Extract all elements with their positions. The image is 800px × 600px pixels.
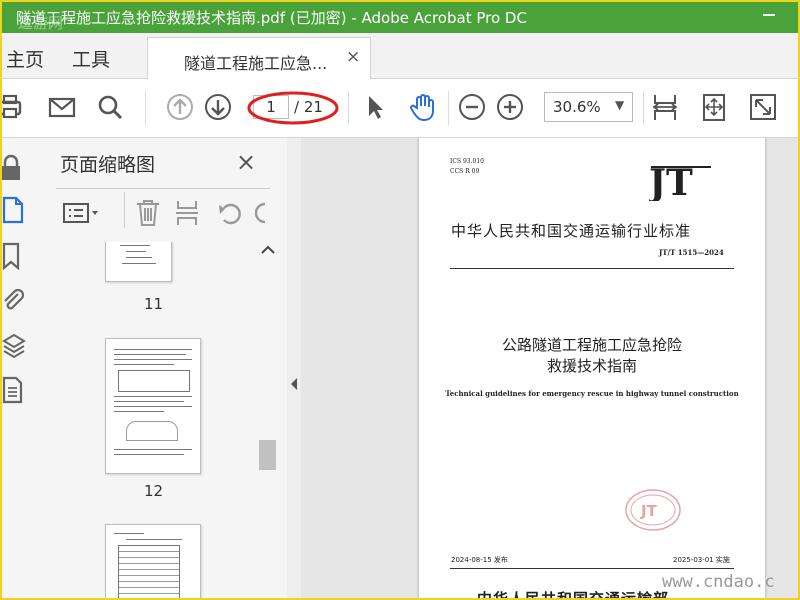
thumbnail-table — [118, 370, 190, 392]
highlight-ellipse — [247, 91, 339, 125]
fullscreen-icon[interactable] — [748, 92, 778, 122]
thumbnails-panel: 页面缩略图 × 11 12 — [40, 138, 288, 598]
panel-divider — [56, 188, 270, 189]
fit-page-icon[interactable] — [650, 92, 680, 122]
thumbnail-line — [114, 406, 192, 407]
left-rail — [2, 138, 41, 598]
toolbar-separator — [145, 91, 146, 125]
attachment-icon[interactable] — [2, 286, 28, 314]
tab-document-label: 隧道工程施工应急... — [184, 54, 328, 73]
zoom-value: 30.6% — [553, 98, 601, 116]
thumbnail-line — [120, 245, 150, 246]
implementation-date: 2025-03-01 实施 — [673, 556, 730, 564]
toolbar-separator — [348, 91, 349, 125]
collapse-left-icon — [291, 378, 297, 390]
thumbnail-line — [114, 359, 192, 360]
page-thumbnail[interactable] — [105, 524, 201, 598]
zoom-select[interactable]: 30.6% ▼ — [544, 92, 633, 122]
toolbar-separator — [643, 91, 644, 125]
thumbnail-line — [114, 454, 184, 455]
minimize-icon[interactable] — [761, 8, 777, 22]
print-icon[interactable] — [2, 92, 28, 122]
thumbnail-scrollbar[interactable] — [258, 242, 278, 598]
jt-logo: JT — [649, 163, 711, 201]
prev-page-icon[interactable] — [165, 92, 195, 122]
close-tab-icon[interactable]: × — [346, 47, 360, 67]
pdf-page: ICS 93.010 CCS R 09 JT 中华人民共和国交通运输行业标准 J… — [419, 138, 765, 600]
bookmark-icon[interactable] — [2, 242, 28, 271]
issuer: 中华人民共和国交通运输部 — [477, 590, 670, 600]
fit-width-icon[interactable] — [699, 92, 729, 122]
email-icon[interactable] — [47, 92, 77, 122]
layers-icon[interactable] — [2, 332, 28, 360]
ccs-code: CCS R 09 — [450, 168, 480, 175]
thumbnail-number: 11 — [144, 295, 164, 313]
thumbnail-line — [126, 251, 146, 252]
document-title-line1: 公路隧道工程施工应急抢险 — [501, 336, 682, 354]
title-bar: 隧道工程施工应急抢险救援技术指南.pdf (已加密) - Adobe Acrob… — [2, 2, 798, 33]
page-thumbnails-icon[interactable] — [2, 196, 28, 224]
thumbnail-line — [114, 349, 192, 350]
document-title-line2: 救援技术指南 — [546, 357, 637, 375]
footer-rule — [450, 568, 734, 569]
issue-date: 2024-08-15 发布 — [451, 556, 508, 564]
thumbnail-number: 12 — [144, 482, 164, 500]
close-panel-icon[interactable]: × — [236, 148, 256, 176]
standard-code: JT/T 1515—2024 — [659, 248, 724, 257]
panel-collapse-handle[interactable] — [287, 138, 301, 598]
stamp-text: JT — [640, 502, 658, 520]
options-menu-icon[interactable] — [62, 198, 102, 228]
thumbnail-table — [118, 545, 180, 598]
thumbnail-figure — [126, 421, 178, 441]
thumbnail-line — [114, 401, 184, 402]
rotate-right-icon[interactable] — [254, 198, 267, 228]
delete-icon[interactable] — [134, 198, 162, 228]
thumbnail-line — [126, 539, 182, 540]
tab-document[interactable]: 隧道工程施工应急... × — [147, 37, 371, 79]
panel-separator — [124, 192, 125, 228]
next-page-icon[interactable] — [203, 92, 233, 122]
logo-text: JT — [649, 163, 693, 201]
page-thumbnail[interactable] — [105, 338, 201, 474]
chevron-down-icon: ▼ — [615, 98, 625, 112]
document-view[interactable]: ICS 93.010 CCS R 09 JT 中华人民共和国交通运输行业标准 J… — [301, 138, 798, 600]
thumbnail-line — [114, 411, 164, 412]
thumbnail-line — [114, 396, 192, 397]
hand-icon[interactable] — [408, 92, 438, 122]
watermark-top: 逗游网 — [18, 14, 64, 32]
search-icon[interactable] — [95, 92, 125, 122]
thumbnail-line — [126, 257, 152, 258]
thumbnail-line — [122, 263, 156, 264]
tab-bar: 主页 工具 隧道工程施工应急... × — [2, 33, 798, 79]
toolbar-separator — [448, 91, 449, 125]
thumbnail-line — [114, 354, 186, 355]
thumbnail-line — [114, 364, 174, 365]
window-title: 隧道工程施工应急抢险救援技术指南.pdf (已加密) - Adobe Acrob… — [16, 9, 527, 27]
page-thumbnail[interactable] — [105, 242, 172, 282]
scroll-up-icon[interactable] — [258, 242, 278, 258]
tab-home[interactable]: 主页 — [6, 45, 44, 72]
scrollbar-thumb[interactable] — [259, 440, 276, 470]
watermark-bottom: www.cndao.c — [662, 572, 775, 592]
select-cursor-icon[interactable] — [360, 92, 390, 122]
thumbnail-line — [114, 449, 192, 450]
ics-code: ICS 93.010 — [450, 158, 484, 165]
header-rule — [450, 268, 734, 269]
zoom-out-icon[interactable] — [457, 92, 487, 122]
english-title: Technical guidelines for emergency rescu… — [445, 389, 739, 398]
lock-icon[interactable] — [2, 154, 28, 182]
toolbar: 1 / 21 30.6% ▼ — [2, 79, 798, 138]
extract-pages-icon[interactable] — [174, 198, 202, 228]
tab-tools[interactable]: 工具 — [72, 45, 110, 72]
app-window: 隧道工程施工应急抢险救援技术指南.pdf (已加密) - Adobe Acrob… — [0, 0, 800, 600]
industry-standard-title: 中华人民共和国交通运输行业标准 — [451, 222, 692, 240]
rotate-left-icon[interactable] — [216, 198, 244, 228]
content-icon[interactable] — [2, 376, 28, 404]
panel-title: 页面缩略图 — [60, 154, 156, 176]
thumbnail-line — [114, 533, 144, 534]
zoom-in-icon[interactable] — [495, 92, 525, 122]
thumbnail-list: 11 12 — [58, 242, 278, 598]
jt-stamp: JT — [625, 489, 681, 531]
